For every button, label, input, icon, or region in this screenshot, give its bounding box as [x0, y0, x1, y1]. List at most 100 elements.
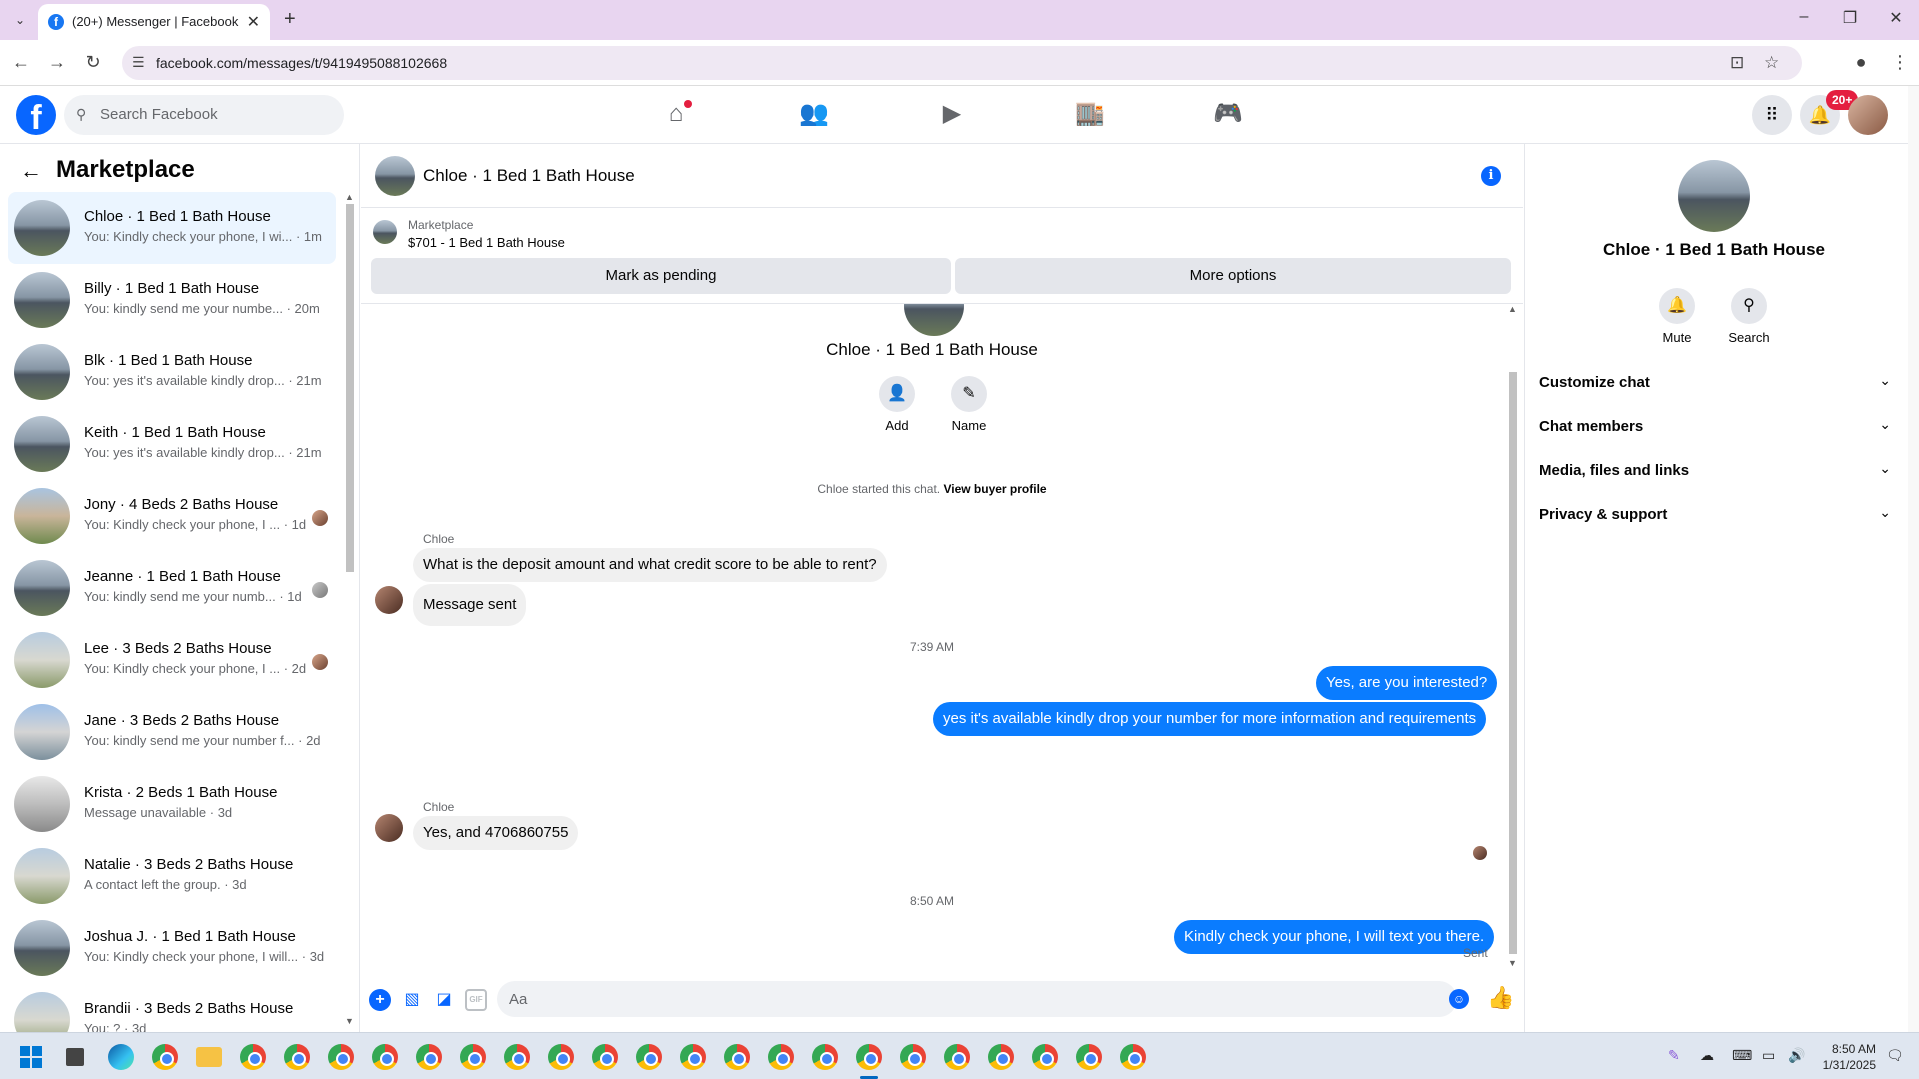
add-button[interactable]: 👤 Add	[867, 376, 927, 433]
info-icon[interactable]: i	[1481, 166, 1501, 186]
conversation-item[interactable]: Keith · 1 Bed 1 Bath House You: yes it's…	[8, 408, 336, 480]
edge-icon[interactable]	[108, 1044, 134, 1070]
restore-icon[interactable]: ❐	[1840, 8, 1860, 28]
browser-tab[interactable]: f (20+) Messenger | Facebook ✕	[38, 4, 270, 40]
chat-members-section[interactable]: Chat members ⌄	[1539, 410, 1891, 446]
display-icon[interactable]: ▭	[1762, 1047, 1775, 1064]
chrome-icon[interactable]	[900, 1044, 926, 1070]
keyboard-icon[interactable]: ⌨	[1732, 1047, 1752, 1064]
more-options-button[interactable]: More options	[955, 258, 1511, 294]
gaming-icon[interactable]: 🎮	[1208, 98, 1248, 130]
outgoing-message[interactable]: Yes, are you interested?	[1316, 666, 1498, 700]
emoji-icon[interactable]: ☺	[1449, 989, 1469, 1009]
chrome-icon[interactable]	[768, 1044, 794, 1070]
close-window-icon[interactable]: ✕	[1886, 8, 1906, 28]
conversation-item[interactable]: Lee · 3 Beds 2 Baths House You: Kindly c…	[8, 624, 336, 696]
chrome-icon[interactable]	[1032, 1044, 1058, 1070]
install-app-icon[interactable]: ⊡	[1730, 53, 1744, 73]
outgoing-message[interactable]: Kindly check your phone, I will text you…	[1174, 920, 1495, 954]
chrome-icon[interactable]	[724, 1044, 750, 1070]
chrome-icon[interactable]	[988, 1044, 1014, 1070]
mute-button[interactable]: 🔔 Mute	[1647, 288, 1707, 345]
chrome-icon[interactable]	[1076, 1044, 1102, 1070]
chat-avatar[interactable]	[1678, 160, 1750, 232]
name-button[interactable]: ✎ Name	[939, 376, 999, 433]
conversation-item[interactable]: Joshua J. · 1 Bed 1 Bath House You: Kind…	[8, 912, 336, 984]
sticker-icon[interactable]: ◪	[433, 989, 455, 1011]
scroll-up-icon[interactable]: ▲	[345, 192, 354, 202]
chrome-icon[interactable]	[372, 1044, 398, 1070]
friends-icon[interactable]: 👥	[794, 98, 834, 130]
conversation-item[interactable]: Jeanne · 1 Bed 1 Bath House You: kindly …	[8, 552, 336, 624]
conversation-item[interactable]: Natalie · 3 Beds 2 Baths House A contact…	[8, 840, 336, 912]
chrome-icon[interactable]	[152, 1044, 178, 1070]
chrome-icon[interactable]	[416, 1044, 442, 1070]
scroll-down-icon[interactable]: ▼	[345, 1016, 354, 1026]
close-tab-icon[interactable]: ✕	[247, 12, 260, 32]
scrollbar-thumb[interactable]	[1509, 372, 1517, 954]
back-arrow-icon[interactable]: ←	[20, 158, 42, 184]
sender-avatar[interactable]	[375, 814, 403, 842]
reload-icon[interactable]: ↻	[82, 52, 104, 73]
forward-icon[interactable]: →	[46, 52, 68, 73]
tab-search-icon[interactable]: ⌄	[10, 10, 30, 30]
thread-scrollbar[interactable]: ▲ ▼	[1507, 304, 1519, 969]
pen-icon[interactable]: ✎	[1668, 1047, 1680, 1064]
chrome-menu-icon[interactable]: ⋮	[1891, 52, 1909, 73]
file-explorer-icon[interactable]	[196, 1047, 222, 1067]
scrollbar-thumb[interactable]	[346, 204, 354, 572]
chrome-icon[interactable]	[504, 1044, 530, 1070]
message-input[interactable]	[497, 981, 1457, 1017]
conversation-item[interactable]: Jane · 3 Beds 2 Baths House You: kindly …	[8, 696, 336, 768]
sidebar-scrollbar[interactable]: ▲ ▼	[344, 192, 356, 1028]
conversation-item[interactable]: Billy · 1 Bed 1 Bath House You: kindly s…	[8, 264, 336, 336]
incoming-message[interactable]: Yes, and 4706860755	[413, 816, 579, 850]
chrome-icon[interactable]	[592, 1044, 618, 1070]
customize-chat-section[interactable]: Customize chat ⌄	[1539, 366, 1891, 402]
chrome-icon[interactable]	[636, 1044, 662, 1070]
video-icon[interactable]: ▶	[932, 98, 972, 130]
marketplace-icon[interactable]: 🏬	[1070, 98, 1110, 130]
view-buyer-profile-link[interactable]: View buyer profile	[943, 482, 1046, 496]
privacy-support-section[interactable]: Privacy & support ⌄	[1539, 498, 1891, 534]
chrome-icon[interactable]	[1120, 1044, 1146, 1070]
incoming-message[interactable]: What is the deposit amount and what cred…	[413, 548, 887, 582]
chat-thumbnail[interactable]	[375, 156, 415, 196]
conversation-item[interactable]: Chloe · 1 Bed 1 Bath House You: Kindly c…	[8, 192, 336, 264]
photo-icon[interactable]: ▧	[401, 989, 423, 1011]
search-in-chat-button[interactable]: ⚲ Search	[1719, 288, 1779, 345]
plus-icon[interactable]: +	[369, 989, 391, 1011]
facebook-search-box[interactable]: ⚲ Search Facebook	[64, 95, 344, 135]
scroll-down-icon[interactable]: ▼	[1508, 958, 1517, 968]
listing-price-title[interactable]: $701 - 1 Bed 1 Bath House	[408, 235, 565, 250]
mark-as-pending-button[interactable]: Mark as pending	[371, 258, 951, 294]
notification-center-icon[interactable]: 🗨	[1886, 1047, 1904, 1064]
chrome-icon[interactable]	[856, 1044, 882, 1070]
account-avatar[interactable]	[1848, 95, 1888, 135]
site-info-icon[interactable]: ☰	[132, 54, 145, 71]
thumbs-up-icon[interactable]: 👍	[1487, 985, 1514, 1011]
file-app-icon[interactable]	[66, 1048, 84, 1066]
conversation-item[interactable]: Krista · 2 Beds 1 Bath House Message una…	[8, 768, 336, 840]
volume-icon[interactable]: 🔊	[1788, 1047, 1805, 1064]
listing-thumbnail[interactable]	[373, 220, 397, 244]
conversation-item[interactable]: Brandii · 3 Beds 2 Baths House You: ? · …	[8, 984, 336, 1032]
minimize-icon[interactable]: –	[1794, 8, 1814, 26]
system-clock[interactable]: 8:50 AM 1/31/2025	[1810, 1041, 1876, 1073]
incoming-message[interactable]: Message sent	[413, 584, 527, 626]
outgoing-message[interactable]: yes it's available kindly drop your numb…	[933, 702, 1487, 736]
windows-start-icon[interactable]	[20, 1046, 42, 1068]
chrome-icon[interactable]	[548, 1044, 574, 1070]
back-icon[interactable]: ←	[10, 52, 32, 73]
bookmark-star-icon[interactable]: ☆	[1764, 53, 1779, 73]
menu-grid-icon[interactable]: ⠿	[1752, 95, 1792, 135]
gif-icon[interactable]: GIF	[465, 989, 487, 1011]
url-bar[interactable]: ☰ facebook.com/messages/t/94194950881026…	[122, 46, 1802, 80]
facebook-logo-icon[interactable]: f	[16, 95, 56, 135]
chrome-icon[interactable]	[328, 1044, 354, 1070]
chrome-icon[interactable]	[284, 1044, 310, 1070]
chrome-icon[interactable]	[680, 1044, 706, 1070]
cloud-icon[interactable]: ☁	[1700, 1047, 1714, 1064]
chrome-icon[interactable]	[944, 1044, 970, 1070]
new-tab-icon[interactable]: +	[284, 8, 296, 31]
